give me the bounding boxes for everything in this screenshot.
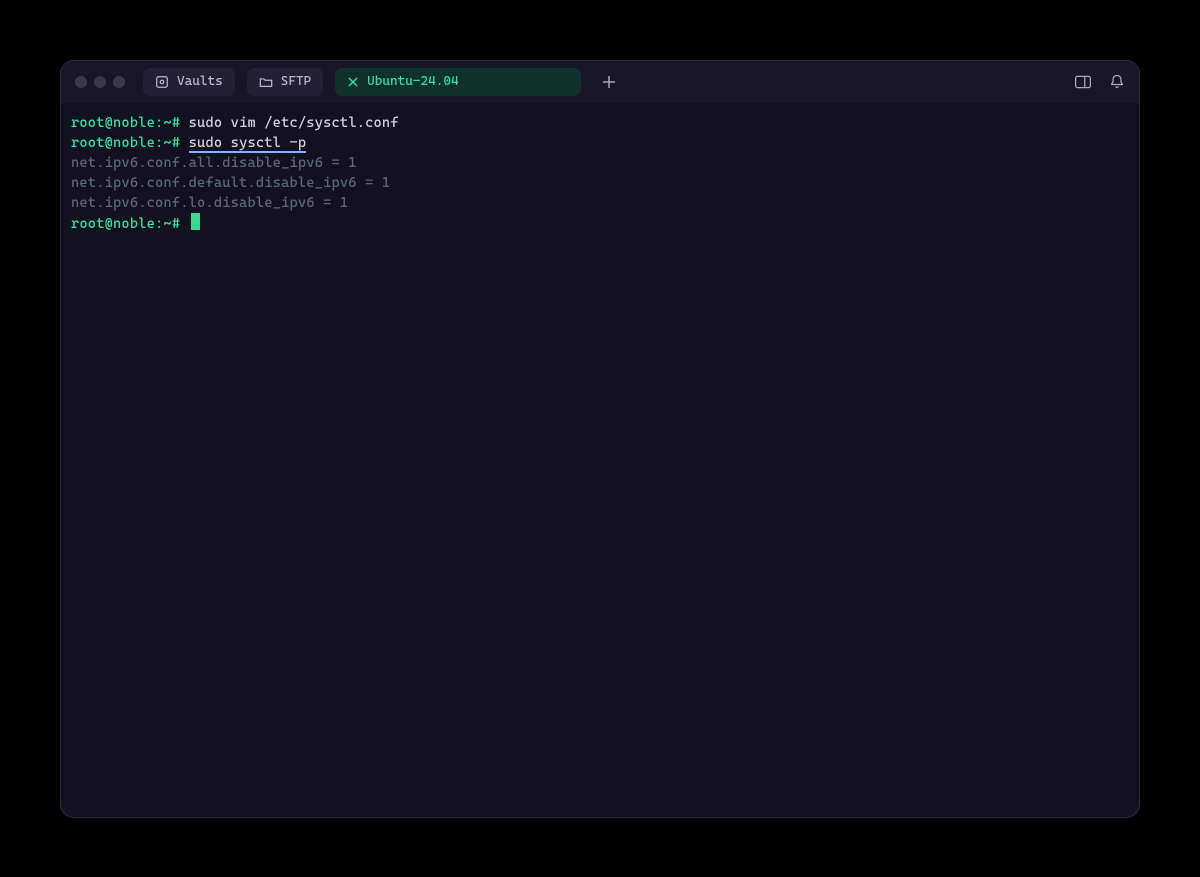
folder-icon — [259, 75, 273, 89]
shell-prompt: root@noble:~# — [71, 216, 180, 232]
tab-label: SFTP — [281, 74, 311, 89]
output-line: net.ipv6.conf.lo.disable_ipv6 = 1 — [71, 195, 348, 211]
output-line: net.ipv6.conf.all.disable_ipv6 = 1 — [71, 155, 357, 171]
maximize-window-icon[interactable] — [113, 76, 125, 88]
titlebar: Vaults SFTP Ubuntu-24.04 — [61, 61, 1139, 103]
bell-icon[interactable] — [1109, 74, 1125, 90]
cursor — [191, 213, 200, 230]
command-text: sudo vim /etc/sysctl.conf — [189, 115, 399, 131]
terminal-window: Vaults SFTP Ubuntu-24.04 roo — [60, 60, 1140, 818]
tab-label: Vaults — [177, 74, 223, 89]
split-pane-icon[interactable] — [1075, 74, 1091, 90]
titlebar-right — [1075, 74, 1125, 90]
tab-sftp[interactable]: SFTP — [247, 68, 323, 96]
close-tab-icon[interactable] — [347, 76, 359, 88]
vault-icon — [155, 75, 169, 89]
output-line: net.ipv6.conf.default.disable_ipv6 = 1 — [71, 175, 390, 191]
tab-label: Ubuntu-24.04 — [367, 74, 458, 89]
tab-vaults[interactable]: Vaults — [143, 68, 235, 96]
shell-prompt: root@noble:~# — [71, 135, 180, 151]
terminal-output[interactable]: root@noble:~# sudo vim /etc/sysctl.conf … — [61, 103, 1139, 817]
command-text: sudo sysctl -p — [189, 135, 307, 153]
minimize-window-icon[interactable] — [94, 76, 106, 88]
window-controls — [75, 76, 131, 88]
new-tab-button[interactable] — [597, 70, 621, 94]
shell-prompt: root@noble:~# — [71, 115, 180, 131]
tab-ubuntu[interactable]: Ubuntu-24.04 — [335, 68, 581, 96]
close-window-icon[interactable] — [75, 76, 87, 88]
